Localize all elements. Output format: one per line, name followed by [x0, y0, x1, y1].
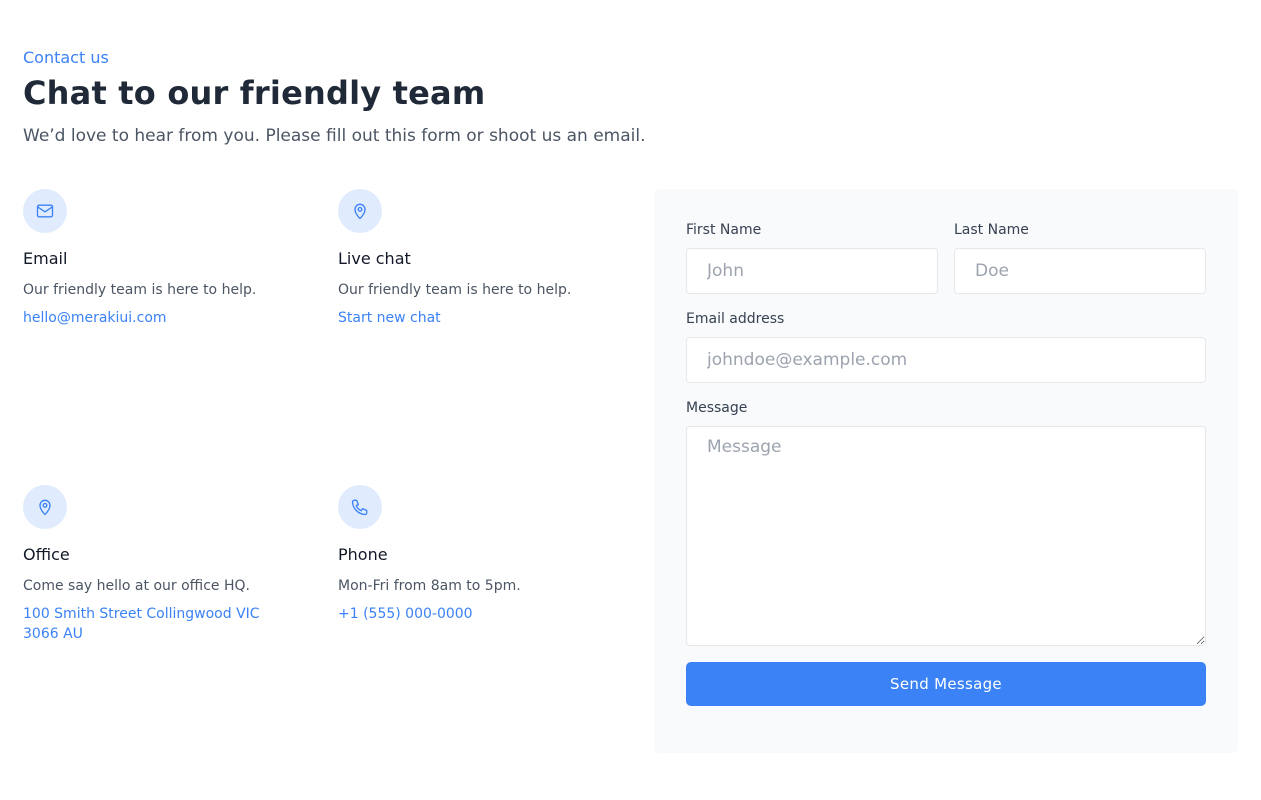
phone-icon: [338, 485, 382, 529]
contact-card-title: Phone: [338, 545, 388, 564]
contact-card-description: Our friendly team is here to help.: [23, 282, 257, 298]
send-message-button[interactable]: Send Message: [686, 662, 1206, 706]
email-label: Email address: [686, 311, 785, 327]
page-subtitle: We’d love to hear from you. Please fill …: [23, 126, 646, 146]
office-address-link[interactable]: 100 Smith Street Collingwood VIC 3066 AU: [23, 604, 273, 644]
message-label: Message: [686, 400, 748, 416]
email-link[interactable]: hello@merakiui.com: [23, 308, 283, 328]
contact-card-title: Live chat: [338, 249, 411, 268]
contact-card-email: Email Our friendly team is here to help.…: [23, 189, 283, 328]
contact-card-office: Office Come say hello at our office HQ. …: [23, 485, 273, 644]
contact-card-title: Office: [23, 545, 70, 564]
start-chat-link[interactable]: Start new chat: [338, 308, 598, 328]
contact-form: First Name Last Name Email address Messa…: [654, 189, 1238, 753]
phone-link[interactable]: +1 (555) 000-0000: [338, 604, 598, 624]
contact-card-description: Come say hello at our office HQ.: [23, 578, 250, 594]
first-name-input[interactable]: [686, 248, 938, 294]
contact-card-live-chat: Live chat Our friendly team is here to h…: [338, 189, 598, 328]
mail-icon: [23, 189, 67, 233]
map-pin-icon: [23, 485, 67, 529]
contact-card-description: Mon-Fri from 8am to 5pm.: [338, 578, 521, 594]
map-pin-icon: [338, 189, 382, 233]
contact-card-description: Our friendly team is here to help.: [338, 282, 572, 298]
contact-card-title: Email: [23, 249, 68, 268]
eyebrow-label: Contact us: [23, 48, 109, 67]
email-input[interactable]: [686, 337, 1206, 383]
message-textarea[interactable]: [686, 426, 1206, 646]
last-name-label: Last Name: [954, 222, 1029, 238]
contact-card-phone: Phone Mon-Fri from 8am to 5pm. +1 (555) …: [338, 485, 598, 624]
last-name-input[interactable]: [954, 248, 1206, 294]
page-title: Chat to our friendly team: [23, 74, 486, 112]
first-name-label: First Name: [686, 222, 762, 238]
